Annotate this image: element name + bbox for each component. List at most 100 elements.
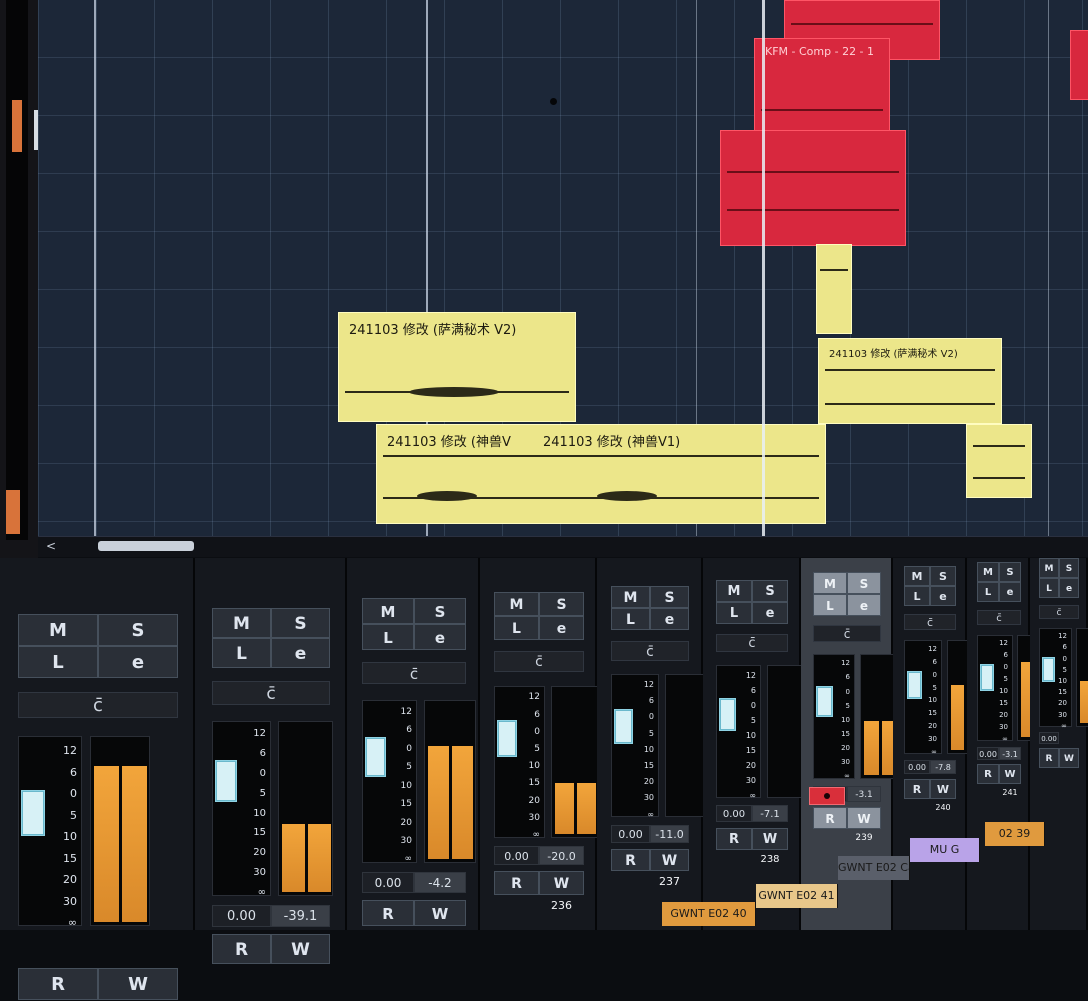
fader-handle[interactable] (365, 737, 386, 777)
fader-handle[interactable] (497, 720, 517, 757)
listen-button[interactable]: L (813, 594, 847, 616)
fader-track[interactable]: 12 6 0 5 10 15 20 30 ∞ (813, 654, 855, 780)
audio-clip[interactable] (966, 424, 1032, 498)
audio-clip[interactable]: 241103 修改 (神兽V 241103 修改 (神兽V1) (376, 424, 826, 524)
listen-button[interactable]: L (611, 608, 650, 630)
fader-track[interactable]: 12 6 0 5 10 15 20 30 ∞ (1039, 628, 1072, 730)
solo-button[interactable]: S (999, 562, 1021, 582)
pan-value[interactable]: 0.00 (212, 905, 271, 927)
edit-channel-button[interactable]: e (539, 616, 584, 640)
write-automation-button[interactable]: W (650, 849, 689, 871)
volume-value[interactable]: -7.1 (752, 805, 788, 822)
edit-channel-button[interactable]: e (1059, 578, 1079, 598)
insert-slot[interactable]: c̄ (977, 610, 1021, 625)
volume-value[interactable]: -4.2 (414, 872, 466, 893)
mute-button[interactable]: M (813, 572, 847, 594)
fader-track[interactable]: 12 6 0 5 10 15 20 30 ∞ (904, 640, 942, 756)
edit-channel-button[interactable]: e (98, 646, 178, 678)
read-automation-button[interactable]: R (904, 779, 930, 799)
solo-button[interactable]: S (271, 608, 330, 638)
audio-clip[interactable]: 241103 修改 (萨满秘术 V2) (818, 338, 1002, 424)
insert-slot[interactable]: c̄ (212, 681, 330, 705)
fader-track[interactable]: 12 6 0 5 10 15 20 30 ∞ (362, 700, 417, 864)
write-automation-button[interactable]: W (539, 871, 584, 895)
solo-button[interactable]: S (98, 614, 178, 646)
mute-button[interactable]: M (362, 598, 414, 624)
listen-button[interactable]: L (1039, 578, 1059, 598)
playhead-cursor[interactable] (762, 0, 765, 540)
fader-track[interactable]: 12 6 0 5 10 15 20 30 ∞ (212, 721, 271, 898)
pan-value[interactable]: 0.00 (611, 825, 650, 843)
pan-value[interactable]: 0.00 (904, 760, 930, 774)
read-automation-button[interactable]: R (212, 934, 271, 964)
fader-handle[interactable] (719, 698, 736, 731)
edit-channel-button[interactable]: e (930, 586, 956, 606)
channel-name-strip[interactable]: GWNT E02 40 (662, 902, 756, 926)
solo-button[interactable]: S (650, 586, 689, 608)
write-automation-button[interactable]: W (98, 968, 178, 1000)
fader-handle[interactable] (907, 671, 922, 699)
insert-slot[interactable]: c̄ (716, 634, 788, 652)
fader-track[interactable]: 12 6 0 5 10 15 20 30 ∞ (494, 686, 545, 840)
listen-button[interactable]: L (904, 586, 930, 606)
listen-button[interactable]: L (212, 638, 271, 668)
mute-button[interactable]: M (1039, 558, 1059, 578)
volume-value[interactable]: -3.1 (999, 747, 1021, 760)
insert-slot[interactable]: c̄ (1039, 605, 1079, 619)
write-automation-button[interactable]: W (930, 779, 956, 799)
read-automation-button[interactable]: R (611, 849, 650, 871)
insert-slot[interactable]: c̄ (362, 662, 466, 684)
edit-channel-button[interactable]: e (271, 638, 330, 668)
fader-track[interactable]: 12 6 0 5 10 15 20 30 ∞ (716, 665, 761, 800)
audio-clip[interactable]: 241103 修改 (萨满秘术 V2) (338, 312, 576, 422)
listen-button[interactable]: L (362, 624, 414, 650)
insert-slot[interactable]: c̄ (904, 614, 956, 630)
pan-value[interactable]: 0.00 (716, 805, 752, 822)
fader-handle[interactable] (816, 686, 833, 717)
pan-value[interactable]: 0.00 (362, 872, 414, 893)
read-automation-button[interactable]: R (1039, 748, 1059, 768)
mute-button[interactable]: M (904, 566, 930, 586)
write-automation-button[interactable]: W (414, 900, 466, 926)
solo-button[interactable]: S (414, 598, 466, 624)
mute-button[interactable]: M (18, 614, 98, 646)
write-automation-button[interactable]: W (847, 807, 881, 829)
solo-button[interactable]: S (847, 572, 881, 594)
fader-track[interactable]: 12 6 0 5 10 15 20 30 ∞ (18, 736, 82, 928)
read-automation-button[interactable]: R (494, 871, 539, 895)
fader-handle[interactable] (1042, 657, 1055, 682)
mute-button[interactable]: M (494, 592, 539, 616)
read-automation-button[interactable]: R (813, 807, 847, 829)
channel-name-strip[interactable]: 02 39 (985, 822, 1045, 846)
listen-button[interactable]: L (977, 582, 999, 602)
audio-clip[interactable] (816, 244, 852, 334)
pan-value[interactable]: 0.00 (494, 846, 539, 865)
read-automation-button[interactable]: R (716, 828, 752, 850)
channel-name-strip[interactable]: GWNT E02 Casing 15 (838, 856, 910, 880)
solo-button[interactable]: S (1059, 558, 1079, 578)
mute-button[interactable]: M (716, 580, 752, 602)
insert-slot[interactable]: c̄ (813, 625, 881, 642)
edit-channel-button[interactable]: e (414, 624, 466, 650)
write-automation-button[interactable]: W (271, 934, 330, 964)
channel-name-strip[interactable]: GWNT E02 41 (756, 884, 838, 908)
read-automation-button[interactable]: R (977, 764, 999, 784)
pan-value[interactable]: 0.00 (977, 747, 999, 760)
listen-button[interactable]: L (18, 646, 98, 678)
solo-button[interactable]: S (752, 580, 788, 602)
write-automation-button[interactable]: W (752, 828, 788, 850)
audio-clip[interactable] (1070, 30, 1088, 100)
record-enable-button[interactable] (809, 787, 845, 805)
read-automation-button[interactable]: R (18, 968, 98, 1000)
horizontal-scrollbar[interactable]: < (38, 536, 1088, 557)
volume-value[interactable]: -11.0 (650, 825, 689, 843)
mute-button[interactable]: M (977, 562, 999, 582)
fader-track[interactable]: 12 6 0 5 10 15 20 30 ∞ (611, 674, 659, 819)
pan-value[interactable]: 0.00 (1039, 732, 1059, 744)
solo-button[interactable]: S (930, 566, 956, 586)
mute-button[interactable]: M (212, 608, 271, 638)
solo-button[interactable]: S (539, 592, 584, 616)
channel-name-strip[interactable]: MU G (910, 838, 980, 862)
insert-slot[interactable]: c̄ (494, 651, 584, 672)
arrange-window[interactable]: KFM - Comp - 22 - 1 241103 修改 (萨满秘术 V2) … (38, 0, 1088, 540)
